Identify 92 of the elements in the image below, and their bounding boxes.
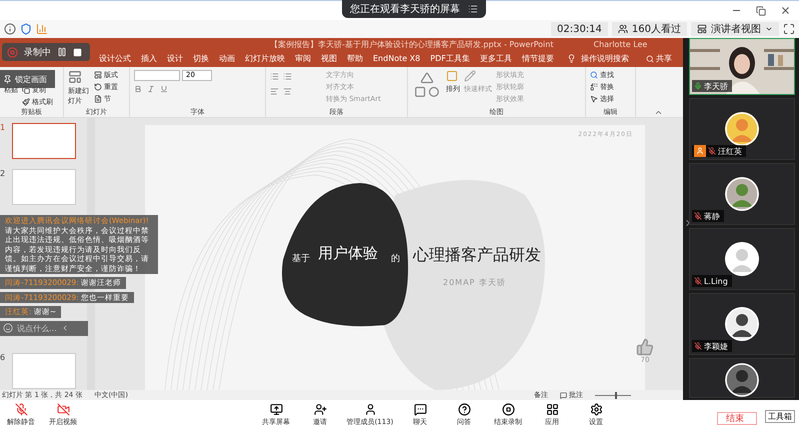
camera-off-icon	[56, 403, 70, 416]
ribbon-tab[interactable]: 动画	[214, 51, 240, 66]
ribbon-tab[interactable]: 切换	[188, 51, 214, 66]
chat-icon	[414, 403, 426, 416]
lock-screen-button[interactable]: 锁定画面	[0, 70, 55, 88]
slide-number: 2	[0, 169, 6, 178]
share-button[interactable]: 共享	[641, 51, 677, 66]
zoom-slider[interactable]	[595, 392, 631, 398]
slide-number: 1	[0, 123, 6, 132]
like-icon[interactable]	[636, 338, 654, 356]
ribbon-tab[interactable]: 更多工具	[474, 51, 517, 66]
search-field[interactable]: 操作说明搜索	[576, 51, 634, 66]
reset-icon	[94, 83, 102, 91]
ribbon-tab[interactable]: 帮助	[342, 51, 368, 66]
slide-title-part: 的	[391, 252, 400, 265]
comment-icon	[560, 392, 567, 398]
quick-styles-icon[interactable]	[464, 70, 476, 82]
fullscreen-icon[interactable]	[783, 23, 795, 35]
participant-name: 汪红英	[718, 146, 742, 156]
slide-icon[interactable]	[68, 70, 82, 84]
settings-icon	[590, 403, 602, 416]
document-title: 【案例报告】李天骄-基于用户体验设计的心理播客产品研发.pptx - PowerPoint	[270, 38, 554, 50]
numbering-icon[interactable]	[283, 72, 292, 81]
lightbulb-icon	[566, 54, 576, 63]
slide-title-part: 用户体验	[318, 244, 378, 263]
signal-icon[interactable]	[36, 23, 48, 35]
italic-icon[interactable]	[147, 85, 155, 93]
stop-icon[interactable]	[73, 48, 82, 56]
pause-icon[interactable]	[57, 47, 67, 57]
view-mode-button[interactable]: 演讲者视图	[691, 22, 779, 36]
end-button[interactable]: 结束	[717, 412, 757, 425]
record-icon	[7, 46, 18, 58]
slide-number: 6	[0, 353, 6, 362]
shapes-gallery-icon[interactable]	[412, 70, 442, 100]
ribbon-tab[interactable]: 插入	[136, 51, 162, 66]
font-name-field[interactable]	[134, 70, 180, 81]
restore-icon[interactable]	[756, 6, 766, 16]
grid-icon	[546, 403, 558, 416]
ribbon-tab[interactable]: EndNote X8	[368, 51, 426, 66]
participant-name: 李颖婕	[704, 340, 728, 352]
layout-icon	[697, 24, 707, 34]
info-icon[interactable]	[4, 23, 16, 35]
brush-icon	[22, 98, 30, 106]
emoji-icon[interactable]	[3, 323, 13, 333]
menu-icon[interactable]	[468, 4, 478, 14]
ribbon-tab[interactable]: 情节提要	[516, 51, 559, 66]
underline-icon[interactable]	[160, 85, 168, 93]
slide-thumbnail[interactable]	[12, 169, 76, 205]
slide-title-part: 心理播客产品研发	[413, 245, 541, 266]
banner-text: 您正在观看李天骄的屏幕	[350, 2, 460, 16]
ribbon-tab[interactable]: 设计	[162, 51, 188, 66]
section-icon	[94, 95, 102, 103]
bullets-icon[interactable]	[270, 72, 279, 81]
mic-muted-icon	[14, 403, 28, 416]
participant-name: L.Ling	[704, 276, 728, 286]
search-icon	[590, 71, 598, 79]
collapse-ribbon-icon[interactable]	[654, 108, 663, 117]
slide-thumbnail[interactable]	[12, 123, 76, 159]
align-center-icon[interactable]	[283, 87, 292, 96]
pin-icon	[3, 74, 12, 84]
add-person-icon	[314, 403, 326, 416]
ribbon-tab[interactable]: PDF工具集	[425, 51, 475, 66]
ribbon-tab[interactable]: 视图	[316, 51, 342, 66]
slide-thumbnail[interactable]	[12, 353, 76, 389]
recording-label: 录制中	[24, 46, 51, 58]
tooltip: 工具箱	[765, 410, 795, 423]
participant-name: 李天骄	[704, 80, 728, 92]
screen-share-icon	[270, 403, 282, 416]
person-icon	[364, 403, 376, 416]
chat-input[interactable]: 说点什么...	[0, 320, 88, 336]
people-icon	[618, 24, 628, 34]
timer: 02:30:14	[550, 22, 608, 36]
caret-icon	[765, 25, 773, 33]
ribbon-tab[interactable]: 审阅	[290, 51, 316, 66]
user-name: Charlotte Lee	[593, 40, 648, 48]
shield-icon[interactable]	[20, 23, 32, 35]
stop-icon	[502, 403, 514, 416]
question-icon	[458, 403, 470, 416]
slide-title-part: 基于	[292, 252, 310, 265]
align-left-icon[interactable]	[270, 87, 279, 96]
zoom-thumb[interactable]	[614, 392, 617, 398]
viewers-button[interactable]: 160人看过	[612, 22, 687, 36]
ribbon-tab[interactable]: 幻灯片放映	[240, 51, 290, 66]
close-icon[interactable]	[780, 5, 791, 16]
layout-icon	[94, 71, 102, 79]
pointer-icon	[590, 95, 598, 103]
bold-icon[interactable]	[134, 85, 142, 93]
arrange-icon[interactable]	[446, 70, 458, 82]
replace-icon	[590, 83, 598, 91]
slide-author: 20MAP 李天骄	[443, 277, 506, 288]
participant-name: 蒋静	[704, 210, 720, 222]
ribbon-tab[interactable]: 设计公式	[94, 51, 136, 66]
